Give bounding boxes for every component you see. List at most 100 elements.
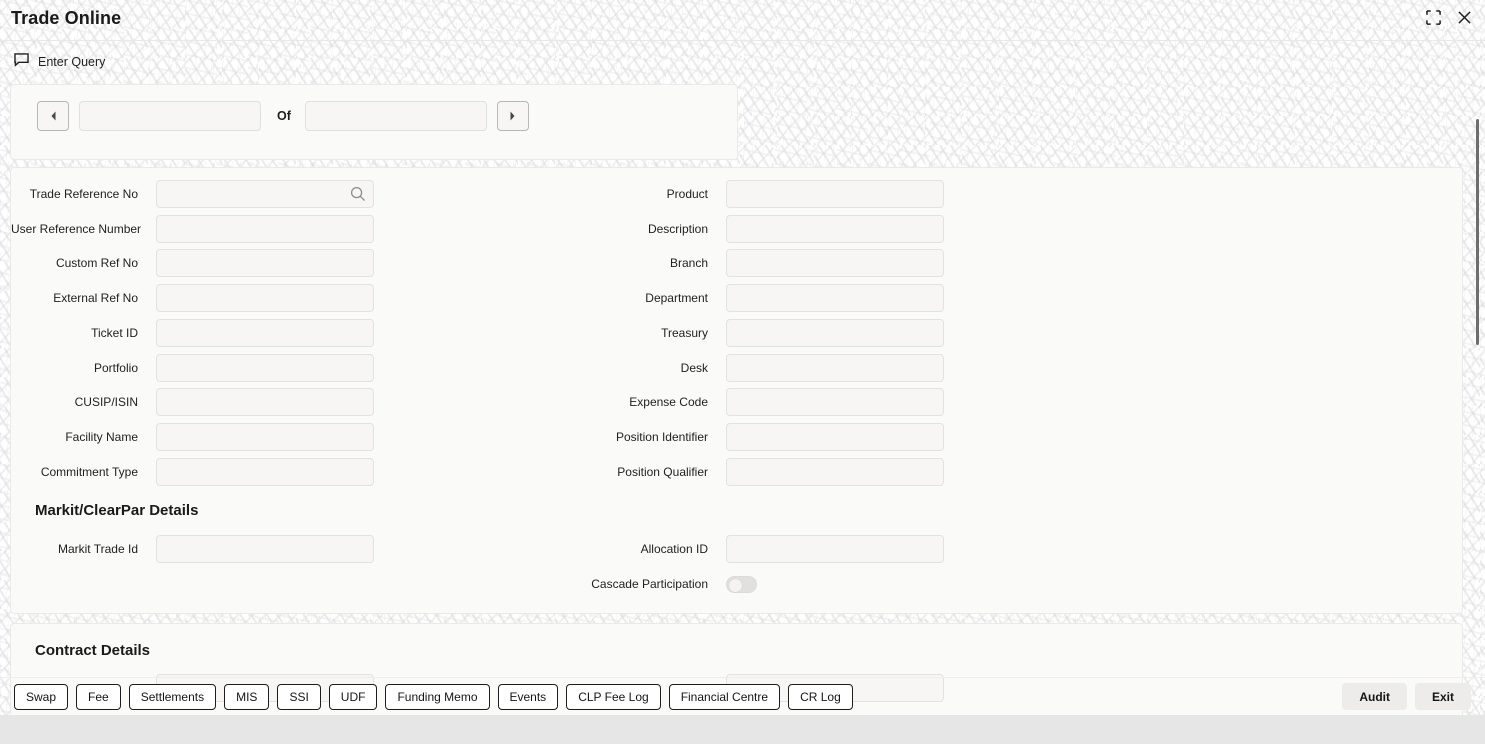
label-description: Description — [647, 222, 708, 236]
external-ref-no-input[interactable] — [156, 284, 374, 312]
query-action-bar: Enter Query — [0, 42, 1485, 82]
cascade-participation-toggle[interactable] — [726, 575, 757, 593]
field-description: Description — [591, 215, 944, 243]
ssi-button[interactable]: SSI — [277, 683, 321, 710]
portfolio-input[interactable] — [156, 354, 374, 382]
field-product: Product — [591, 180, 944, 208]
chevron-right-icon — [510, 111, 515, 121]
field-commitment-type: Commitment Type — [11, 458, 374, 486]
events-button[interactable]: Events — [497, 683, 559, 710]
trade-reference-no-input[interactable] — [156, 180, 374, 208]
label-desk: Desk — [680, 361, 708, 375]
label-portfolio: Portfolio — [93, 361, 138, 375]
label-facility-name: Facility Name — [65, 430, 138, 444]
bottom-toolbar: Swap Fee Settlements MIS SSI UDF Funding… — [0, 677, 1485, 715]
commitment-type-input[interactable] — [156, 458, 374, 486]
label-position-qualifier: Position Qualifier — [617, 465, 708, 479]
settlements-button[interactable]: Settlements — [128, 683, 217, 710]
toggle-knob — [729, 578, 742, 592]
total-records-input[interactable] — [304, 101, 487, 131]
collapse-icon-glyph — [1425, 9, 1441, 25]
next-record-button[interactable] — [496, 101, 529, 131]
fee-button[interactable]: Fee — [76, 683, 121, 710]
label-treasury: Treasury — [661, 326, 708, 340]
position-identifier-input[interactable] — [726, 423, 944, 451]
label-user-reference-number: User Reference Number — [11, 222, 142, 236]
label-cascade-participation: Cascade Participation — [591, 577, 708, 591]
vertical-scrollbar-track[interactable] — [1470, 44, 1484, 670]
cr-log-button[interactable]: CR Log — [788, 683, 853, 710]
branch-input[interactable] — [726, 249, 944, 277]
label-external-ref-no: External Ref No — [53, 291, 138, 305]
field-department: Department — [591, 284, 944, 312]
vertical-scrollbar-thumb[interactable] — [1476, 119, 1479, 345]
close-icon[interactable] — [1455, 8, 1473, 26]
label-commitment-type: Commitment Type — [40, 465, 138, 479]
label-cusip-isin: CUSIP/ISIN — [74, 395, 138, 409]
field-branch: Branch — [591, 249, 944, 277]
treasury-input[interactable] — [726, 319, 944, 347]
label-department: Department — [645, 291, 708, 305]
audit-button[interactable]: Audit — [1342, 683, 1407, 710]
desk-input[interactable] — [726, 354, 944, 382]
input-wrap-trade-reference-no — [156, 180, 374, 208]
toolbar-right-group: Audit Exit — [1342, 683, 1471, 710]
field-ticket-id: Ticket ID — [11, 319, 374, 347]
field-cusip-isin: CUSIP/ISIN — [11, 388, 374, 416]
mis-button[interactable]: MIS — [224, 683, 270, 710]
field-markit-trade-id: Markit Trade Id — [11, 535, 374, 563]
label-product: Product — [666, 187, 708, 201]
field-position-identifier: Position Identifier — [591, 423, 944, 451]
field-custom-ref-no: Custom Ref No — [11, 249, 374, 277]
collapse-icon[interactable] — [1424, 8, 1442, 26]
position-qualifier-input[interactable] — [726, 458, 944, 486]
enter-query-button[interactable]: Enter Query — [14, 52, 105, 72]
markit-trade-id-input[interactable] — [156, 535, 374, 563]
field-cascade-participation: Cascade Participation — [591, 570, 757, 598]
udf-button[interactable]: UDF — [328, 683, 378, 710]
field-allocation-id: Allocation ID — [591, 535, 944, 563]
label-markit-trade-id: Markit Trade Id — [57, 542, 138, 556]
app-window: Trade Online Enter Query Of Trade Refere… — [0, 0, 1485, 744]
label-expense-code: Expense Code — [629, 395, 708, 409]
label-custom-ref-no: Custom Ref No — [55, 256, 138, 270]
allocation-id-input[interactable] — [726, 535, 944, 563]
label-position-identifier: Position Identifier — [615, 430, 708, 444]
previous-record-button[interactable] — [37, 101, 69, 131]
cusip-isin-input[interactable] — [156, 388, 374, 416]
label-ticket-id: Ticket ID — [91, 326, 138, 340]
search-icon[interactable] — [350, 186, 366, 202]
custom-ref-no-input[interactable] — [156, 249, 374, 277]
description-input[interactable] — [726, 215, 944, 243]
label-allocation-id: Allocation ID — [640, 542, 708, 556]
facility-name-input[interactable] — [156, 423, 374, 451]
window-controls — [1424, 8, 1473, 26]
title-bar: Trade Online — [0, 0, 1485, 41]
label-branch: Branch — [669, 256, 708, 270]
current-record-input[interactable] — [79, 101, 261, 131]
product-input[interactable] — [726, 180, 944, 208]
department-input[interactable] — [726, 284, 944, 312]
field-position-qualifier: Position Qualifier — [591, 458, 944, 486]
field-external-ref-no: External Ref No — [11, 284, 374, 312]
funding-memo-button[interactable]: Funding Memo — [385, 683, 490, 710]
trade-details-card: Trade Reference No User Reference Number… — [10, 167, 1463, 614]
field-expense-code: Expense Code — [591, 388, 944, 416]
exit-button[interactable]: Exit — [1414, 683, 1471, 710]
status-bar — [0, 715, 1485, 744]
comment-icon-glyph — [14, 52, 29, 67]
financial-centre-button[interactable]: Financial Centre — [668, 683, 781, 710]
swap-button[interactable]: Swap — [14, 683, 69, 710]
ticket-id-input[interactable] — [156, 319, 374, 347]
user-reference-number-input[interactable] — [156, 215, 374, 243]
label-trade-reference-no: Trade Reference No — [29, 187, 138, 201]
clp-fee-log-button[interactable]: CLP Fee Log — [566, 683, 661, 710]
close-icon-glyph — [1457, 10, 1471, 24]
field-user-reference-number: User Reference Number — [11, 215, 374, 243]
of-label: Of — [277, 109, 291, 123]
search-icon-glyph — [350, 186, 366, 202]
field-desk: Desk — [591, 354, 944, 382]
chevron-left-icon — [51, 111, 55, 121]
expense-code-input[interactable] — [726, 388, 944, 416]
record-navigation-row: Of — [37, 101, 529, 131]
